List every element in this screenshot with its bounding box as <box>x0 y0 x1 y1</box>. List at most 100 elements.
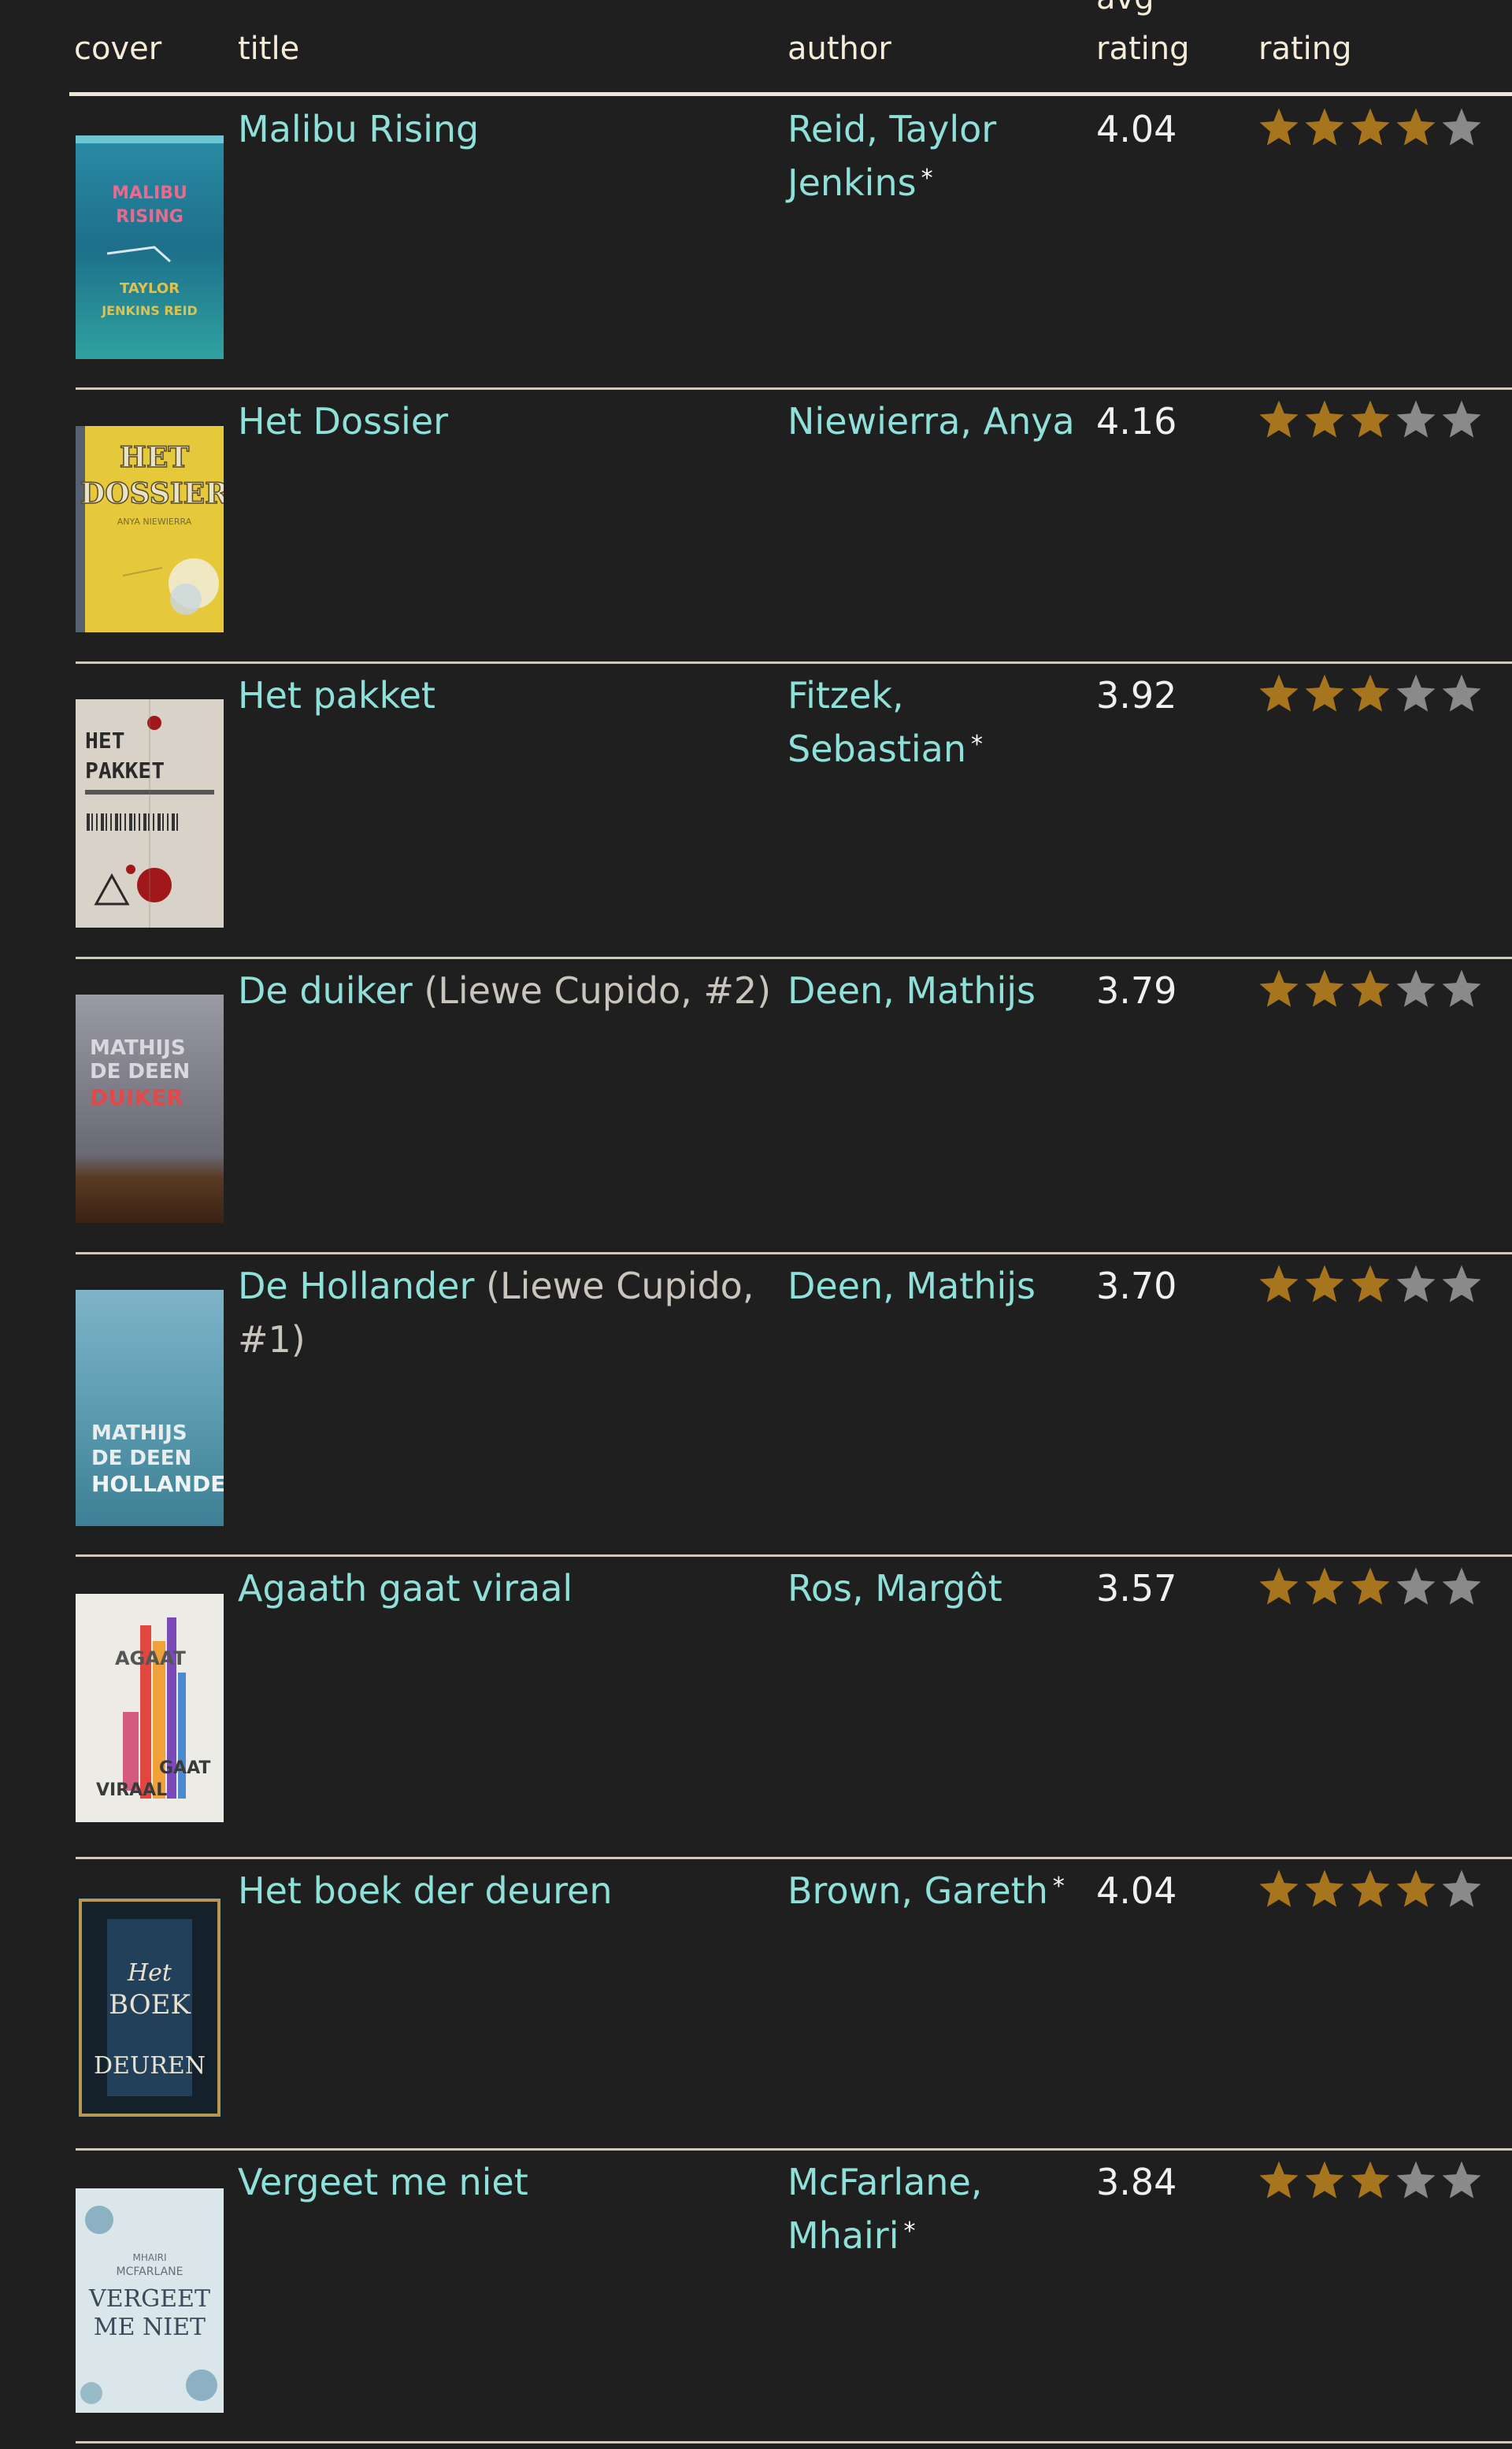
star-filled-icon[interactable] <box>1257 1262 1301 1310</box>
star-filled-icon[interactable] <box>1303 106 1347 153</box>
svg-text:VIRAAL: VIRAAL <box>96 1780 167 1800</box>
star-empty-icon[interactable] <box>1394 398 1438 445</box>
author-link[interactable]: Reid, Taylor Jenkins <box>788 108 996 204</box>
user-rating-stars[interactable] <box>1257 106 1484 153</box>
star-filled-icon[interactable] <box>1348 2158 1392 2206</box>
star-filled-icon[interactable] <box>1257 967 1301 1014</box>
star-filled-icon[interactable] <box>1348 1565 1392 1612</box>
star-empty-icon[interactable] <box>1440 1565 1484 1612</box>
title-cell: De Hollander (Liewe Cupido, #1) <box>238 1259 773 1366</box>
user-rating-stars[interactable] <box>1257 2158 1484 2206</box>
svg-text:ANYA NIEWIERRA: ANYA NIEWIERRA <box>117 517 192 527</box>
author-link[interactable]: Brown, Gareth <box>788 1869 1048 1912</box>
star-empty-icon[interactable] <box>1394 2158 1438 2206</box>
column-header-rating[interactable]: rating <box>1258 30 1352 68</box>
user-rating-stars[interactable] <box>1257 1262 1484 1310</box>
star-filled-icon[interactable] <box>1257 672 1301 719</box>
book-series: (Liewe Cupido, #2) <box>424 969 772 1012</box>
avg-rating: 3.84 <box>1096 2161 1177 2203</box>
author-cell: Brown, Gareth * <box>788 1864 1087 1923</box>
user-rating-stars[interactable] <box>1257 672 1484 719</box>
author-link[interactable]: Deen, Mathijs <box>788 969 1036 1012</box>
author-link[interactable]: McFarlane, Mhairi <box>788 2161 982 2257</box>
author-link[interactable]: Fitzek, Sebastian <box>788 674 966 770</box>
star-empty-icon[interactable] <box>1440 106 1484 153</box>
star-filled-icon[interactable] <box>1257 2158 1301 2206</box>
book-cover[interactable]: MATHIJSDE DEENHOLLANDER <box>76 1290 224 1526</box>
star-filled-icon[interactable] <box>1394 1867 1438 1914</box>
star-filled-icon[interactable] <box>1303 1867 1347 1914</box>
star-filled-icon[interactable] <box>1348 672 1392 719</box>
user-rating-stars[interactable] <box>1257 398 1484 445</box>
book-title-link[interactable]: Vergeet me niet <box>238 2161 528 2203</box>
column-header-title[interactable]: title <box>238 30 299 68</box>
book-title-link[interactable]: De duiker <box>238 969 413 1012</box>
book-title-link[interactable]: Malibu Rising <box>238 108 479 150</box>
svg-text:MALIBU: MALIBU <box>112 183 187 203</box>
author-cell: Reid, Taylor Jenkins * <box>788 102 1087 215</box>
column-header-avg-rating[interactable]: rating <box>1096 30 1190 68</box>
star-filled-icon[interactable] <box>1257 106 1301 153</box>
svg-text:DUIKER: DUIKER <box>90 1084 183 1110</box>
star-empty-icon[interactable] <box>1394 1262 1438 1310</box>
star-empty-icon[interactable] <box>1440 1262 1484 1310</box>
book-cover[interactable]: Het BOEK DEUREN <box>76 1895 224 2120</box>
book-cover[interactable]: HET DOSSIER ANYA NIEWIERRA <box>76 426 224 632</box>
table-row: Het BOEK DEUREN Het boek der deuren Brown, G… <box>76 1859 1512 2151</box>
star-empty-icon[interactable] <box>1394 967 1438 1014</box>
star-filled-icon[interactable] <box>1257 398 1301 445</box>
avg-rating: 4.04 <box>1096 1869 1177 1912</box>
book-cover[interactable]: MALIBU RISING TAYLOR JENKINS REID <box>76 135 224 359</box>
star-filled-icon[interactable] <box>1303 2158 1347 2206</box>
svg-text:DEUREN: DEUREN <box>94 2052 206 2080</box>
book-title-link[interactable]: Het Dossier <box>238 400 448 443</box>
author-link[interactable]: Niewierra, Anya <box>788 400 1075 443</box>
star-filled-icon[interactable] <box>1348 1867 1392 1914</box>
star-empty-icon[interactable] <box>1440 2158 1484 2206</box>
svg-text:BOEK: BOEK <box>109 1989 191 2021</box>
book-cover[interactable]: MATHIJS DE DEEN DUIKER <box>76 995 224 1223</box>
column-header-author[interactable]: author <box>788 30 891 68</box>
star-empty-icon[interactable] <box>1440 967 1484 1014</box>
star-filled-icon[interactable] <box>1257 1565 1301 1612</box>
author-link[interactable]: Ros, Margôt <box>788 1567 1002 1610</box>
title-cell: Agaath gaat viraal <box>238 1562 773 1615</box>
star-empty-icon[interactable] <box>1394 1565 1438 1612</box>
star-filled-icon[interactable] <box>1303 967 1347 1014</box>
star-filled-icon[interactable] <box>1348 967 1392 1014</box>
svg-text:VERGEET: VERGEET <box>88 2285 210 2313</box>
author-marker: * <box>903 2217 916 2245</box>
column-header-avg-top[interactable]: avg <box>1096 0 1154 17</box>
svg-text:DOSSIER: DOSSIER <box>80 477 224 510</box>
star-empty-icon[interactable] <box>1440 1867 1484 1914</box>
star-empty-icon[interactable] <box>1440 398 1484 445</box>
star-filled-icon[interactable] <box>1303 1565 1347 1612</box>
star-filled-icon[interactable] <box>1348 106 1392 153</box>
book-title-link[interactable]: Agaath gaat viraal <box>238 1567 573 1610</box>
svg-text:DE DEEN: DE DEEN <box>90 1060 190 1084</box>
book-cover[interactable]: HET PAKKET <box>76 699 224 928</box>
column-header-cover[interactable]: cover <box>74 30 161 68</box>
star-filled-icon[interactable] <box>1394 106 1438 153</box>
book-title-link[interactable]: Het pakket <box>238 674 435 717</box>
book-title-link[interactable]: Het boek der deuren <box>238 1869 613 1912</box>
star-empty-icon[interactable] <box>1440 672 1484 719</box>
title-cell: Het pakket <box>238 669 773 722</box>
svg-text:HET: HET <box>120 441 189 474</box>
star-filled-icon[interactable] <box>1303 398 1347 445</box>
book-cover[interactable]: MHAIRI MCFARLANE VERGEET ME NIET <box>76 2188 224 2413</box>
star-filled-icon[interactable] <box>1303 1262 1347 1310</box>
book-title-link[interactable]: De Hollander <box>238 1265 474 1307</box>
svg-text:MATHIJS: MATHIJS <box>91 1421 187 1445</box>
user-rating-stars[interactable] <box>1257 1565 1484 1612</box>
svg-text:GAAT: GAAT <box>159 1758 210 1778</box>
star-filled-icon[interactable] <box>1257 1867 1301 1914</box>
star-empty-icon[interactable] <box>1394 672 1438 719</box>
book-cover[interactable]: AGAAT GAAT VIRAAL <box>76 1594 224 1822</box>
star-filled-icon[interactable] <box>1348 398 1392 445</box>
user-rating-stars[interactable] <box>1257 967 1484 1014</box>
star-filled-icon[interactable] <box>1348 1262 1392 1310</box>
author-link[interactable]: Deen, Mathijs <box>788 1265 1036 1307</box>
star-filled-icon[interactable] <box>1303 672 1347 719</box>
user-rating-stars[interactable] <box>1257 1867 1484 1914</box>
